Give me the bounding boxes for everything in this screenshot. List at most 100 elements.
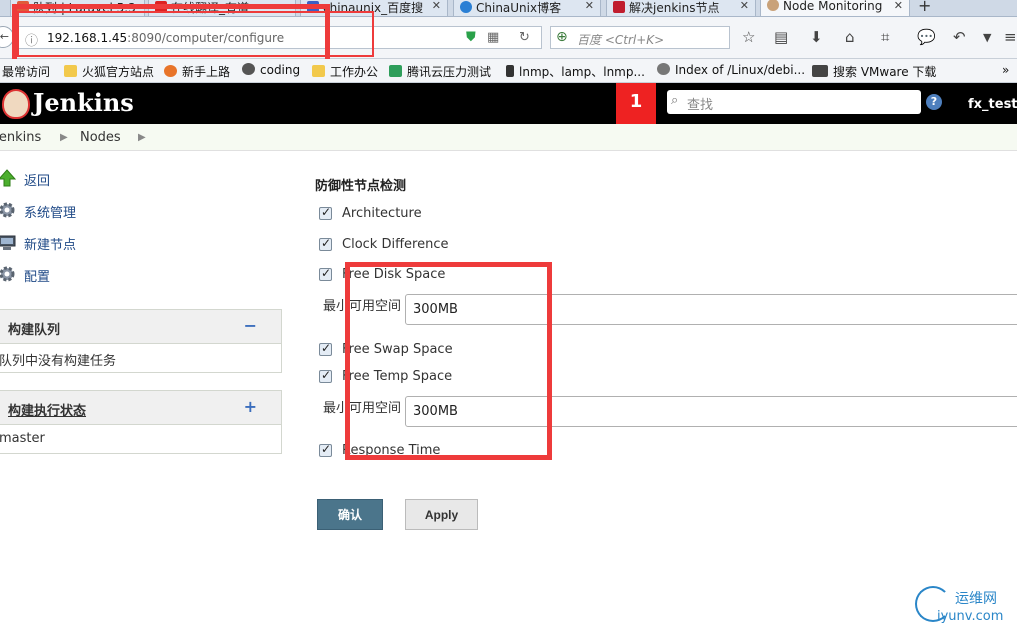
reload-icon[interactable]: ↻ — [519, 30, 530, 45]
download-icon[interactable]: ⬇ — [810, 28, 823, 46]
jenkins-title[interactable]: Jenkins — [33, 88, 134, 117]
bookmark-item[interactable]: coding — [242, 63, 300, 77]
user-link[interactable]: fx_test — [968, 97, 1017, 112]
task-label: 配置 — [24, 270, 51, 285]
collapse-icon[interactable]: − — [244, 316, 257, 335]
expand-icon[interactable]: + — [244, 397, 257, 416]
jenkins-logo-icon[interactable] — [2, 89, 30, 119]
build-queue-empty-text: 队列中没有构建任务 — [0, 354, 117, 369]
executor-status-title[interactable]: 构建执行状态 — [8, 400, 86, 419]
bookmark-label: 搜索 VMware 下载 — [833, 65, 937, 79]
qr-code-icon[interactable]: ▦ — [487, 30, 499, 45]
undo-icon[interactable]: ↶ — [953, 28, 966, 46]
task-label: 返回 — [24, 174, 51, 189]
build-queue-header: 构建队列 − — [0, 310, 281, 344]
bookmark-label: 腾讯云压力测试 — [407, 65, 492, 79]
build-queue-body: 队列中没有构建任务 — [0, 344, 281, 372]
bookmark-label: 最常访问 — [2, 65, 51, 79]
search-box[interactable]: ⊕ 百度 <Ctrl+K> — [550, 26, 730, 49]
bookmark-label: 火狐官方站点 — [82, 65, 155, 79]
bookmark-label: coding — [260, 63, 301, 77]
csdn-icon — [613, 1, 625, 13]
apply-button[interactable]: Apply — [405, 499, 478, 530]
search-placeholder: 百度 <Ctrl+K> — [577, 33, 665, 47]
screenshot-icon[interactable]: ⌗ — [881, 28, 889, 46]
monitor-label: Architecture — [342, 206, 422, 221]
bookmark-item[interactable]: 火狐官方站点 — [64, 63, 154, 80]
reading-list-icon[interactable]: ▤ — [774, 28, 788, 46]
executor-status-header: 构建执行状态 + — [0, 391, 281, 425]
gear-icon — [0, 202, 15, 218]
bookmark-item[interactable]: 工作办公 — [312, 63, 378, 80]
coding-icon — [242, 63, 255, 75]
task-label: 系统管理 — [24, 206, 77, 221]
folder-icon — [64, 65, 77, 77]
vmware-icon — [812, 65, 828, 77]
globe-icon — [657, 63, 670, 75]
bookmark-item[interactable]: lnmp、lamp、lnmp... — [506, 63, 645, 80]
lnmp-icon — [506, 65, 514, 77]
executor-node-master[interactable]: master — [0, 431, 45, 446]
jenkins-header: Jenkins 1 ⌕ 查找 ? fx_test — [0, 83, 1017, 124]
help-icon[interactable]: ? — [926, 94, 942, 110]
breadcrumb-nodes[interactable]: Nodes — [80, 130, 121, 145]
bookmark-item[interactable]: 搜索 VMware 下载 — [812, 63, 936, 80]
close-icon[interactable]: ✕ — [894, 0, 903, 12]
browser-tab-label: 解决jenkins节点 — [629, 1, 720, 15]
chinaunix-icon — [460, 1, 472, 13]
close-icon[interactable]: ✕ — [432, 0, 441, 12]
checkbox-checked[interactable] — [319, 341, 332, 356]
gear-icon — [0, 266, 15, 282]
menu-icon[interactable]: ≡ — [1004, 28, 1017, 46]
checkbox-checked[interactable] — [319, 442, 332, 457]
save-button[interactable]: 确认 — [317, 499, 383, 530]
notification-badge[interactable]: 1 — [616, 83, 656, 124]
bookmark-item[interactable]: 腾讯云压力测试 — [389, 63, 491, 80]
bookmarks-overflow-button[interactable]: » — [1002, 63, 1009, 77]
jenkins-search-placeholder: 查找 — [687, 98, 714, 113]
task-label: 新建节点 — [24, 238, 77, 253]
executor-status-body: master — [0, 425, 281, 453]
computer-icon — [0, 235, 16, 250]
jenkins-favicon — [767, 0, 779, 11]
breadcrumb-jenkins[interactable]: Jenkins — [0, 130, 41, 145]
bookmark-label: 工作办公 — [330, 65, 379, 79]
search-engine-icon[interactable]: ⊕ — [556, 29, 568, 45]
close-icon[interactable]: ✕ — [585, 0, 594, 12]
bookmark-item[interactable]: 最常访问 — [2, 63, 50, 80]
bookmark-label: lnmp、lamp、lnmp... — [519, 65, 645, 79]
dropdown-icon[interactable]: ▼ — [983, 31, 991, 44]
checkbox-checked[interactable] — [319, 205, 332, 220]
browser-tab-active[interactable]: Node Monitoring ✕ — [760, 0, 910, 16]
bookmark-star-icon[interactable]: ☆ — [742, 28, 755, 46]
build-queue-title: 构建队列 — [8, 323, 61, 338]
browser-tab[interactable]: 解决jenkins节点 ✕ — [606, 0, 756, 16]
checkbox-checked[interactable] — [319, 368, 332, 383]
executor-status-pane: 构建执行状态 + master — [0, 390, 282, 454]
search-icon: ⌕ — [671, 93, 679, 108]
tencent-cloud-icon — [389, 65, 402, 77]
folder-icon — [312, 65, 325, 77]
checkbox-checked[interactable] — [319, 266, 332, 281]
browser-tab-label: Node Monitoring — [783, 0, 883, 13]
browser-tab[interactable]: ChinaUnix博客 ✕ — [453, 0, 601, 16]
firefox-icon — [164, 65, 177, 77]
build-queue-pane: 构建队列 − 队列中没有构建任务 — [0, 309, 282, 373]
bookmark-label: 新手上路 — [182, 65, 231, 79]
browser-tab-label: ChinaUnix博客 — [476, 1, 562, 15]
watermark: 运维网 iyunv.com — [915, 584, 1015, 628]
new-tab-button[interactable]: + — [918, 0, 931, 15]
breadcrumb-separator-icon: ▶ — [60, 132, 68, 143]
chat-icon[interactable]: 💬 — [917, 28, 936, 46]
bookmarks-toolbar: 最常访问 火狐官方站点 新手上路 coding 工作办公 腾讯云压力测试 lnm… — [0, 59, 1017, 83]
section-title: 防御性节点检测 — [315, 179, 407, 194]
home-icon[interactable]: ⌂ — [845, 28, 855, 46]
bookmark-item[interactable]: 新手上路 — [164, 63, 230, 80]
bookmark-item[interactable]: Index of /Linux/debi... — [657, 63, 805, 77]
monitor-label: Clock Difference — [342, 237, 449, 252]
jenkins-search-input[interactable]: ⌕ 查找 — [667, 90, 921, 114]
shield-icon[interactable]: ⛊ — [466, 30, 476, 45]
checkbox-checked[interactable] — [319, 236, 332, 251]
close-icon[interactable]: ✕ — [740, 0, 749, 12]
watermark-name: 运维网 — [955, 591, 997, 607]
